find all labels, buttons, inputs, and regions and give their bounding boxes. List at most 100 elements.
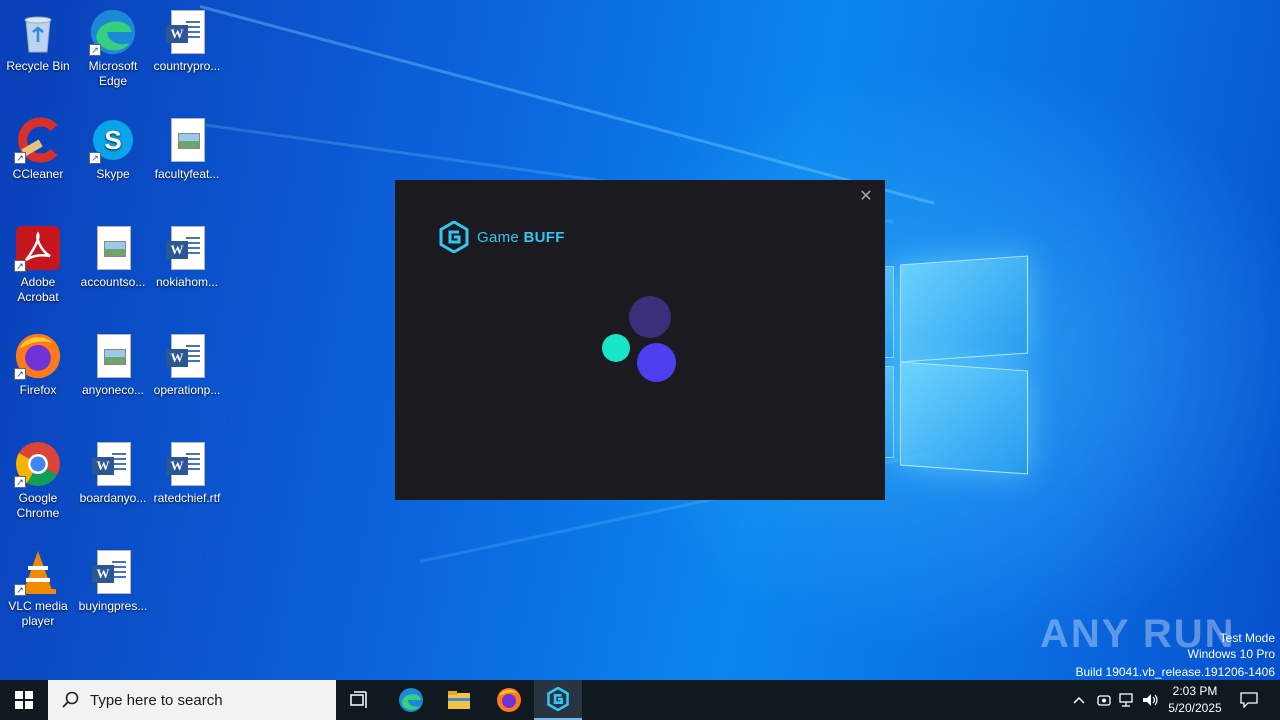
chevron-up-icon xyxy=(1073,696,1085,704)
file-explorer-icon xyxy=(448,691,470,709)
desktop-icon[interactable]: Woperationp... xyxy=(149,332,225,398)
shortcut-arrow-icon: ↗ xyxy=(14,584,26,596)
tray-meet-now[interactable] xyxy=(1094,680,1114,720)
word-doc-icon: W xyxy=(89,440,137,488)
desktop-icon[interactable]: ↗ Google Chrome xyxy=(0,440,76,521)
tray-network[interactable] xyxy=(1116,680,1138,720)
desktop-icon[interactable]: Wnokiahom... xyxy=(149,224,225,290)
taskbar-file-explorer[interactable] xyxy=(435,680,483,720)
desktop-icon[interactable]: Wboardanyo... xyxy=(75,440,151,506)
shortcut-arrow-icon: ↗ xyxy=(89,44,101,56)
show-hidden-icons-button[interactable] xyxy=(1068,680,1090,720)
firefox-icon: ↗ xyxy=(14,332,62,380)
desktop-icon[interactable]: Wcountrypro... xyxy=(149,8,225,74)
desktop-icon[interactable]: ↗ Adobe Acrobat xyxy=(0,224,76,305)
desktop-icon[interactable]: ↗ Firefox xyxy=(0,332,76,398)
word-doc-icon: W xyxy=(89,548,137,596)
search-icon xyxy=(62,691,79,708)
word-doc-icon: W xyxy=(163,332,211,380)
network-icon xyxy=(1119,693,1133,707)
word-doc-icon: W xyxy=(163,8,211,56)
shortcut-arrow-icon: ↗ xyxy=(89,152,101,164)
desktop-icon-label: ratedchief.rtf xyxy=(153,491,221,505)
brand-name: Game BUFF xyxy=(477,228,565,246)
loader-dot-right xyxy=(637,343,676,382)
shortcut-arrow-icon: ↗ xyxy=(14,476,26,488)
taskbar-gamebuff[interactable] xyxy=(534,680,582,720)
desktop-icon[interactable]: ↗ Microsoft Edge xyxy=(75,8,151,89)
taskbar-edge[interactable] xyxy=(387,680,435,720)
taskbar-firefox[interactable] xyxy=(485,680,533,720)
taskbar-search-box[interactable]: Type here to search xyxy=(48,680,336,720)
loader-dot-left xyxy=(602,334,630,362)
desktop-icon-label: nokiahom... xyxy=(155,275,219,289)
edge-icon xyxy=(399,688,423,712)
gamebuff-brand: Game BUFF xyxy=(439,221,565,253)
desktop-icon-label: anyoneco... xyxy=(81,383,145,397)
loader-dot-top xyxy=(629,296,671,338)
desktop-icon[interactable]: ↗ CCleaner xyxy=(0,116,76,182)
desktop-icon[interactable]: facultyfeat... xyxy=(149,116,225,182)
desktop-icon[interactable]: anyoneco... xyxy=(75,332,151,398)
gamebuff-splash-window: ✕ Game BUFF xyxy=(395,180,885,500)
test-mode-text: Test Mode xyxy=(1219,631,1275,645)
close-icon[interactable]: ✕ xyxy=(857,188,875,206)
gamebuff-logo-icon xyxy=(439,221,469,253)
desktop-icon-label: Microsoft Edge xyxy=(88,59,138,88)
word-doc-icon: W xyxy=(163,440,211,488)
desktop-icon-label: Skype xyxy=(96,167,130,181)
desktop-icon-label: Recycle Bin xyxy=(6,59,70,73)
task-view-button[interactable] xyxy=(336,680,384,720)
action-center-button[interactable] xyxy=(1234,680,1264,720)
task-view-icon xyxy=(350,691,367,708)
desktop-icon-label: boardanyo... xyxy=(79,491,147,505)
windows-start-icon xyxy=(15,691,33,709)
desktop-icon-label: countrypro... xyxy=(153,59,221,73)
recycle-bin-icon xyxy=(14,8,62,56)
firefox-icon xyxy=(497,688,521,712)
clock-time: 2:03 PM xyxy=(1172,684,1218,698)
tray-volume[interactable] xyxy=(1140,680,1162,720)
start-button[interactable] xyxy=(0,680,48,720)
gamebuff-icon xyxy=(547,687,569,711)
desktop-icon[interactable]: Wratedchief.rtf xyxy=(149,440,225,506)
desktop-icon-label: buyingpres... xyxy=(78,599,148,613)
os-edition-text: Windows 10 Pro xyxy=(1187,647,1275,661)
ccleaner-icon: ↗ xyxy=(14,116,62,164)
acrobat-icon: ↗ xyxy=(14,224,62,272)
desktop-icon-label: Adobe Acrobat xyxy=(17,275,59,304)
search-placeholder: Type here to search xyxy=(90,691,223,709)
desktop-icon-label: operationp... xyxy=(153,383,221,397)
taskbar: Type here to search 2:03 PM 5/20/2025 xyxy=(0,680,1280,720)
shortcut-arrow-icon: ↗ xyxy=(14,152,26,164)
desktop-icon-label: facultyfeat... xyxy=(154,167,220,181)
svg-text:S: S xyxy=(104,125,121,155)
desktop-icon-label: CCleaner xyxy=(12,167,64,181)
desktop-icon[interactable]: accountso... xyxy=(75,224,151,290)
desktop-icon-label: Google Chrome xyxy=(16,491,60,520)
word-doc-icon: W xyxy=(163,224,211,272)
desktop-icon-label: accountso... xyxy=(80,275,146,289)
desktop-icon[interactable]: ↗ VLC media player xyxy=(0,548,76,629)
skype-icon: S ↗ xyxy=(89,116,137,164)
image-file-icon xyxy=(163,116,211,164)
shortcut-arrow-icon: ↗ xyxy=(14,260,26,272)
build-text: Build 19041.vb_release.191206-1406 xyxy=(1075,665,1276,679)
shortcut-arrow-icon: ↗ xyxy=(14,368,26,380)
windows-logo-wallpaper xyxy=(880,240,1030,480)
vlc-icon: ↗ xyxy=(14,548,62,596)
desktop-icon-label: Firefox xyxy=(19,383,57,397)
edge-icon: ↗ xyxy=(89,8,137,56)
volume-icon xyxy=(1143,694,1158,706)
chrome-icon: ↗ xyxy=(14,440,62,488)
meet-now-icon xyxy=(1097,695,1111,706)
desktop-icon-label: VLC media player xyxy=(8,599,68,628)
taskbar-clock[interactable]: 2:03 PM 5/20/2025 xyxy=(1160,683,1230,717)
notification-icon xyxy=(1240,692,1258,708)
desktop-icon[interactable]: Wbuyingpres... xyxy=(75,548,151,614)
desktop-icon[interactable]: S ↗ Skype xyxy=(75,116,151,182)
desktop-icon[interactable]: Recycle Bin xyxy=(0,8,76,74)
image-file-icon xyxy=(89,224,137,272)
image-file-icon xyxy=(89,332,137,380)
clock-date: 5/20/2025 xyxy=(1168,701,1222,715)
